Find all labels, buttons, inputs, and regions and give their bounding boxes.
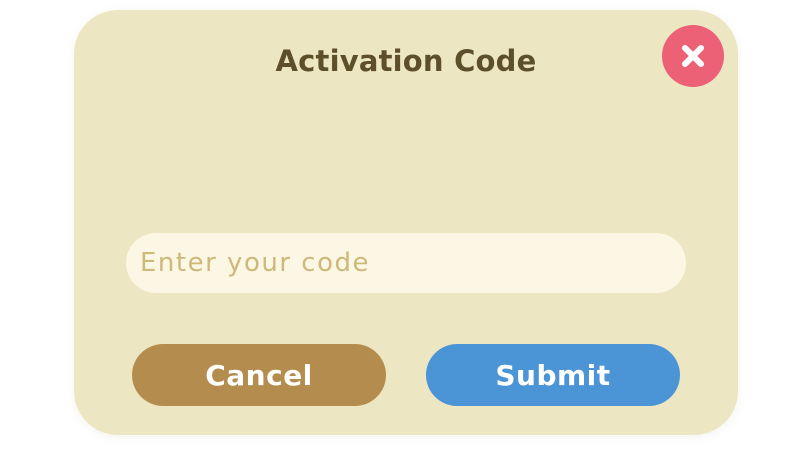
- submit-button-label: Submit: [495, 358, 611, 392]
- activation-code-dialog: Activation Code Cancel Submit: [74, 10, 738, 435]
- close-icon: [678, 41, 708, 71]
- cancel-button[interactable]: Cancel: [132, 344, 386, 406]
- close-button[interactable]: [662, 25, 724, 87]
- cancel-button-label: Cancel: [205, 358, 313, 392]
- dialog-title: Activation Code: [275, 44, 537, 78]
- activation-code-input[interactable]: [126, 233, 686, 293]
- submit-button[interactable]: Submit: [426, 344, 680, 406]
